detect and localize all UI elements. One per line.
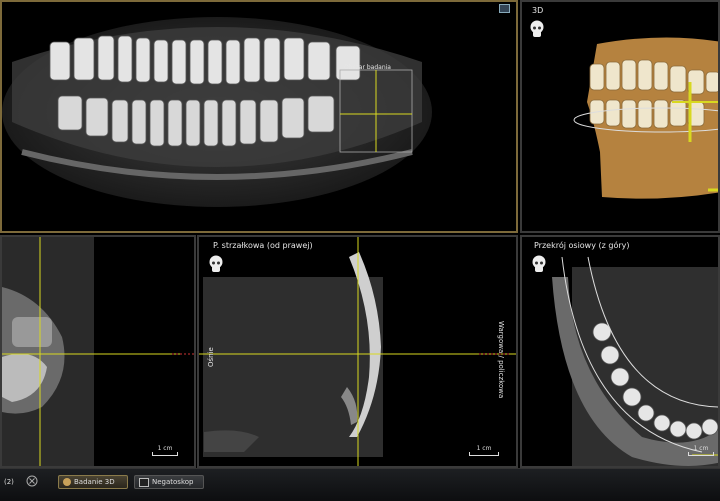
3d-render bbox=[573, 37, 718, 199]
panoramic-image bbox=[2, 17, 432, 207]
roi-label: Obszar badania bbox=[344, 64, 391, 71]
window-counter[interactable]: (2) bbox=[0, 475, 18, 489]
axial-view[interactable]: Przekrój osiowy (z góry) 1 cm bbox=[520, 235, 720, 468]
taskbar: (2) Badanie 3D Negatoskop bbox=[0, 468, 720, 501]
scale-bar: 1 cm bbox=[688, 445, 714, 456]
3d-view[interactable]: 3D bbox=[520, 0, 720, 233]
scale-label: 1 cm bbox=[693, 445, 709, 452]
scale-label: 1 cm bbox=[476, 445, 492, 452]
app-icon bbox=[63, 478, 71, 486]
cross-section-view[interactable]: 1 cm bbox=[0, 235, 196, 468]
close-circle-icon[interactable] bbox=[26, 475, 38, 489]
sagittal-image bbox=[199, 237, 516, 466]
side-label-right: Wargowa / policzkowa bbox=[497, 321, 505, 399]
taskbar-item-label: Negatoskop bbox=[152, 478, 194, 486]
cross-section-image bbox=[2, 237, 194, 466]
scale-bar: 1 cm bbox=[469, 445, 499, 456]
taskbar-item-label: Badanie 3D bbox=[74, 478, 115, 486]
restore-icon[interactable] bbox=[499, 4, 510, 13]
sagittal-view[interactable]: P. strzałkowa (od prawej) Ośnie Wargowa … bbox=[197, 235, 518, 468]
panoramic-view[interactable]: Obszar badania bbox=[0, 0, 518, 233]
window-count: (2) bbox=[4, 478, 14, 486]
window-icon bbox=[139, 477, 149, 487]
taskbar-item-negatoskop[interactable]: Negatoskop bbox=[134, 475, 204, 489]
taskbar-item-badanie-3d[interactable]: Badanie 3D bbox=[58, 475, 128, 489]
scale-bar: 1 cm bbox=[152, 445, 178, 456]
axial-image bbox=[552, 256, 718, 466]
scale-label: 1 cm bbox=[157, 445, 173, 452]
side-label-left: Ośnie bbox=[207, 347, 215, 367]
